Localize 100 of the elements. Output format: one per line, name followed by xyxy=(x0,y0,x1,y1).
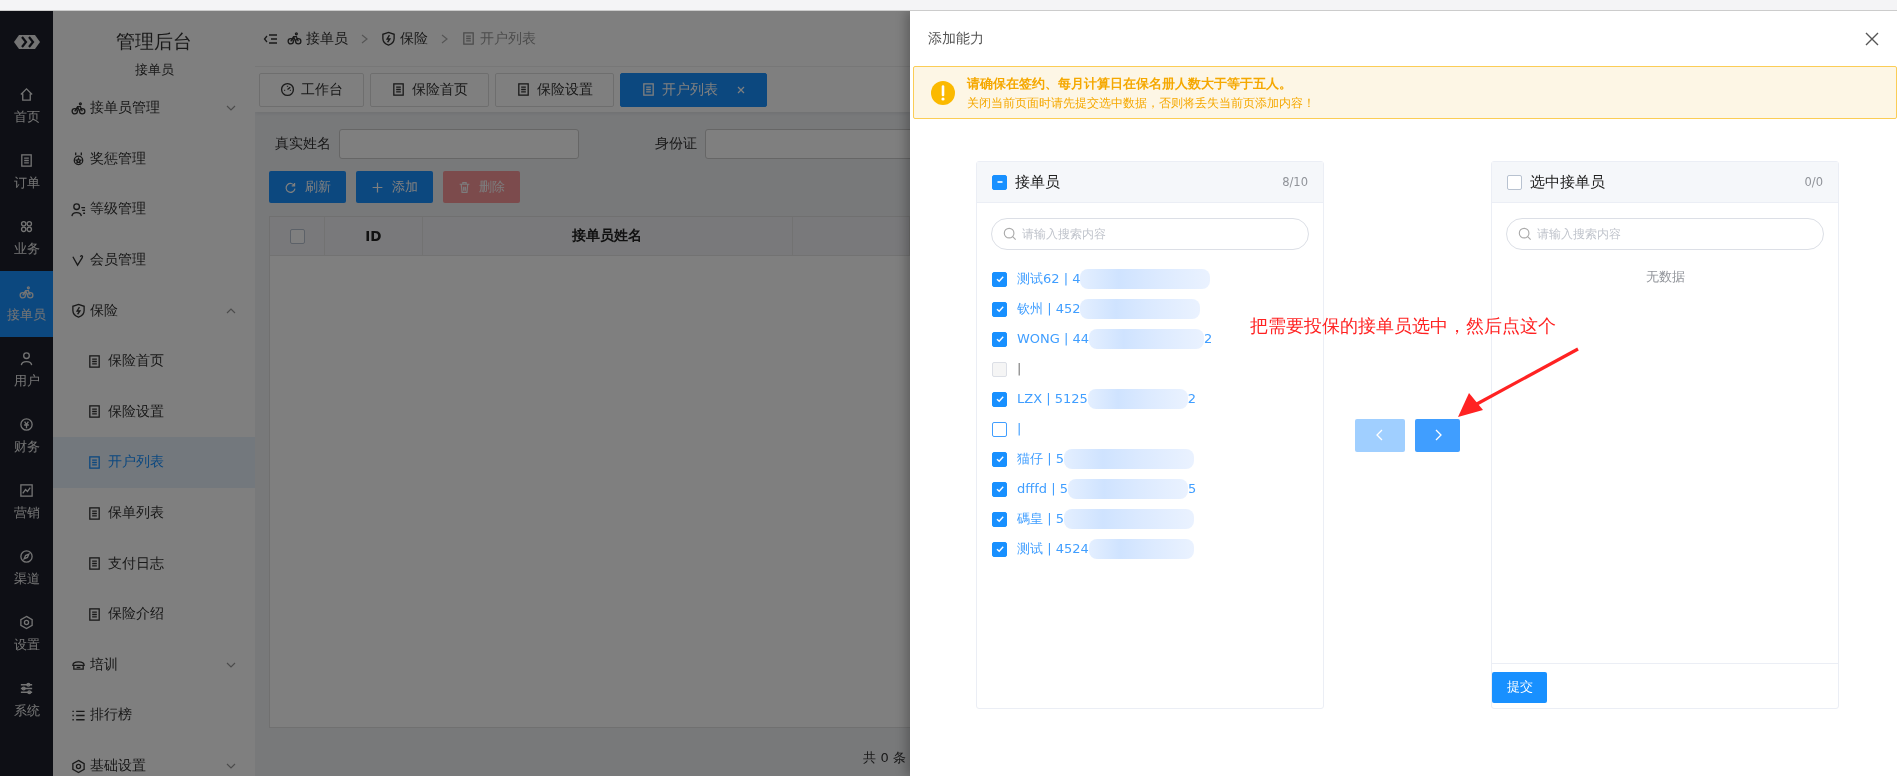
transfer-item-suffix: 2 xyxy=(1187,390,1197,408)
rail-item[interactable]: 财务 xyxy=(0,403,53,469)
v-icon xyxy=(71,252,86,268)
filter-field[interactable] xyxy=(339,129,579,159)
menu-item[interactable]: 等级管理 xyxy=(53,184,255,235)
menu-item[interactable]: 保险 xyxy=(53,285,255,336)
add-button[interactable]: 添加 xyxy=(356,171,433,203)
rail-item[interactable]: 渠道 xyxy=(0,535,53,601)
annotation-text: 把需要投保的接单员选中，然后点这个 xyxy=(1250,314,1556,338)
checkbox[interactable] xyxy=(992,391,1007,407)
search-field[interactable]: 请输入搜索内容 xyxy=(991,218,1309,250)
chevron-left-icon xyxy=(1375,429,1385,441)
transfer-item-label[interactable]: LZX | 5125 xyxy=(1017,387,1088,411)
doc-icon xyxy=(391,82,406,97)
breadcrumb-item[interactable]: 保险 xyxy=(381,29,428,48)
column-header: 接单员姓名 xyxy=(422,217,793,255)
chevron-right-icon xyxy=(360,33,369,44)
bike-icon xyxy=(19,284,34,300)
checkbox[interactable] xyxy=(992,271,1007,287)
transfer-item-label[interactable]: | xyxy=(1017,417,1022,441)
rail-item[interactable]: 用户 xyxy=(0,337,53,403)
total-count: 共 0 条 xyxy=(863,749,906,767)
transfer-item-suffix: 5 xyxy=(1187,480,1197,498)
rail-item[interactable]: 设置 xyxy=(0,601,53,667)
compass-icon xyxy=(19,548,34,564)
menu-item[interactable]: 接单员管理 xyxy=(53,83,255,134)
transfer-item-suffix: 2 xyxy=(1204,330,1213,348)
refresh-button[interactable]: 刷新 xyxy=(269,171,346,203)
submenu-item[interactable]: 保险设置 xyxy=(53,386,255,438)
doc-icon xyxy=(87,404,102,420)
empty-text: 无数据 xyxy=(1645,269,1685,284)
user-list-icon xyxy=(71,202,86,217)
menu-item[interactable]: 会员管理 xyxy=(53,234,255,286)
person-icon xyxy=(19,350,34,366)
panel-title: 接单员 xyxy=(1015,172,1061,192)
drawer-title: 添加能力 xyxy=(928,29,984,48)
selection-count: 0/0 xyxy=(1804,175,1823,189)
menu-item[interactable]: 培训 xyxy=(53,639,255,691)
transfer-item-label[interactable]: 碼皇 | 5 xyxy=(1017,507,1064,531)
shield-icon xyxy=(71,303,86,319)
checkbox[interactable] xyxy=(992,421,1007,437)
submenu-item[interactable]: 保险首页 xyxy=(53,335,255,387)
hexagon-icon xyxy=(71,758,86,774)
submenu-item[interactable]: 保险介绍 xyxy=(53,588,255,640)
checkbox[interactable] xyxy=(992,331,1007,347)
menu-item[interactable]: 排行榜 xyxy=(53,690,255,741)
page-tab[interactable]: 工作台 xyxy=(259,72,364,107)
checkbox[interactable] xyxy=(1507,174,1522,190)
medal-icon xyxy=(71,151,86,167)
column-header: ID xyxy=(325,217,423,255)
doc-icon xyxy=(19,152,34,168)
search-icon xyxy=(1518,227,1532,241)
page-tab[interactable]: 保险首页 xyxy=(370,72,489,107)
move-right-button[interactable] xyxy=(1415,418,1460,452)
refresh-icon xyxy=(284,180,297,194)
transfer-item-label[interactable]: 测试62 | 4 xyxy=(1017,267,1081,291)
rail-item[interactable]: 首页 xyxy=(0,73,53,139)
transfer-item-label[interactable]: 猫仔 | 5 xyxy=(1017,447,1064,471)
checkbox[interactable] xyxy=(289,228,305,244)
rail-item[interactable]: 订单 xyxy=(0,139,53,205)
hexagon-icon xyxy=(19,614,34,630)
menu-item[interactable]: 基础设置 xyxy=(53,740,255,776)
alert-description: 关闭当前页面时请先提交选中数据，否则将丢失当前页添加内容！ xyxy=(967,95,1315,111)
menu-item[interactable]: 奖惩管理 xyxy=(53,133,255,185)
rail-item[interactable]: 业务 xyxy=(0,205,53,271)
transfer-item-label[interactable]: 钦州 | 452 xyxy=(1017,297,1081,321)
filter-label: 身份证 xyxy=(655,135,697,153)
search-field[interactable]: 请输入搜索内容 xyxy=(1506,218,1824,250)
doc-icon xyxy=(87,505,102,521)
submenu-item[interactable]: 支付日志 xyxy=(53,538,255,589)
checkbox[interactable] xyxy=(992,174,1007,190)
alert-title: 请确保在签约、每月计算日在保名册人数大于等于五人。 xyxy=(967,74,1293,93)
submenu-item[interactable]: 保单列表 xyxy=(53,487,255,539)
doc-icon xyxy=(516,82,531,97)
rail-item[interactable]: 营销 xyxy=(0,469,53,535)
shield-icon xyxy=(381,31,396,46)
sliders-icon xyxy=(19,680,34,696)
close-icon[interactable] xyxy=(1865,31,1879,46)
checkbox[interactable] xyxy=(992,511,1007,527)
transfer-item-label[interactable]: 测试 | 4524 xyxy=(1017,537,1089,561)
checkbox[interactable] xyxy=(992,481,1007,497)
coin-icon xyxy=(19,416,34,432)
selection-count: 8/10 xyxy=(1282,175,1308,189)
checkbox[interactable] xyxy=(992,541,1007,557)
page-tab[interactable]: 保险设置 xyxy=(495,72,614,107)
filter-label: 真实姓名 xyxy=(275,135,331,153)
doc-icon xyxy=(461,31,476,46)
logo-icon xyxy=(11,33,42,51)
chart-icon xyxy=(19,482,34,498)
page-tab[interactable]: 开户列表 xyxy=(620,72,767,107)
bike-icon xyxy=(71,100,86,116)
breadcrumb-item[interactable]: 接单员 xyxy=(287,29,348,48)
transfer-item-label[interactable]: dfffd | 5 xyxy=(1017,477,1068,501)
submit-button[interactable]: 提交 xyxy=(1492,671,1547,703)
rail-item[interactable]: 系统 xyxy=(0,667,53,733)
checkbox[interactable] xyxy=(992,301,1007,317)
plus-icon xyxy=(371,180,384,194)
transfer-item-label[interactable]: WONG | 44 xyxy=(1017,327,1090,351)
doc-icon xyxy=(87,353,102,369)
checkbox[interactable] xyxy=(992,451,1007,467)
